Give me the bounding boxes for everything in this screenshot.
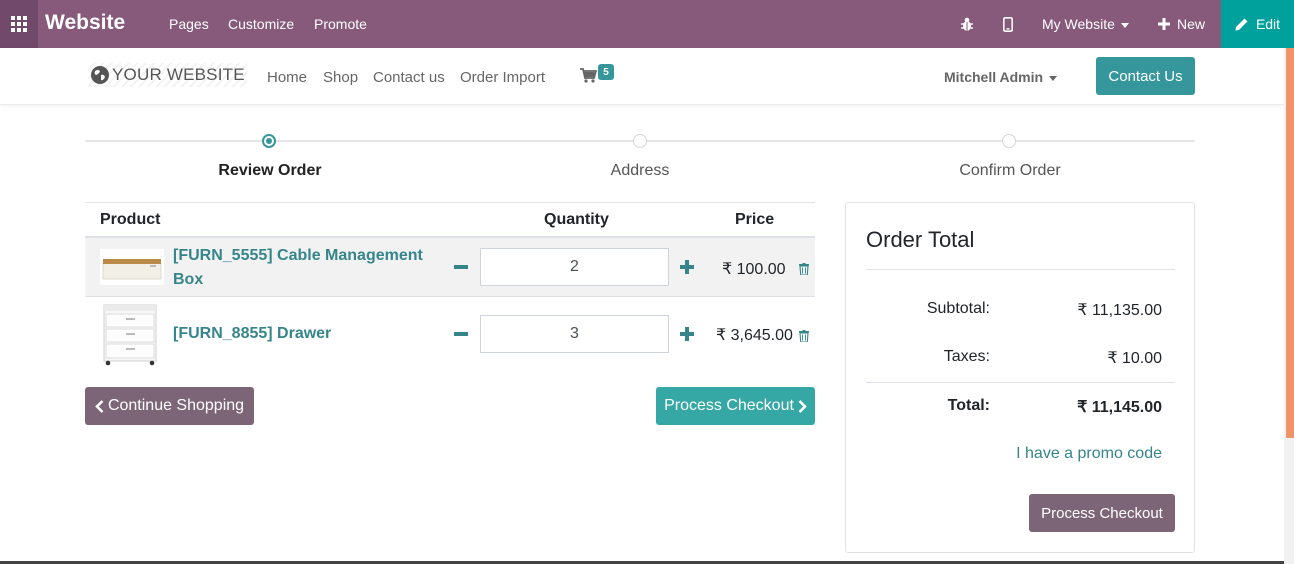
header-price: Price [735, 211, 775, 228]
wizard-step-address: Address [610, 162, 670, 179]
taxes-label: Taxes: [943, 348, 990, 365]
line-price: ₹ 3,645.00 [716, 327, 793, 344]
edit-button-label: Edit [1255, 16, 1281, 32]
website-selector-label: My Website [1042, 16, 1115, 32]
wizard-step-dot-confirm [1002, 134, 1016, 148]
plus-icon [1158, 18, 1170, 30]
increase-quantity-button[interactable] [680, 327, 694, 341]
nav-contact-us[interactable]: Contact us [373, 69, 445, 86]
new-button[interactable]: New [1158, 16, 1205, 32]
cart-line: [FURN_8855] Drawer ₹ 3,645.00 [85, 297, 815, 371]
edit-button[interactable]: Edit [1221, 0, 1294, 48]
subtotal-value: ₹ 11,135.00 [1077, 302, 1162, 319]
divider [866, 269, 1175, 270]
app-title: Website [45, 11, 126, 34]
wizard-step-confirm-order: Confirm Order [959, 162, 1061, 179]
apps-grid-icon [11, 16, 27, 32]
nav-order-import[interactable]: Order Import [460, 69, 545, 86]
order-total-card: Order Total Subtotal: ₹ 11,135.00 Taxes:… [845, 202, 1195, 553]
chevron-left-icon [95, 399, 104, 413]
contact-us-button[interactable]: Contact Us [1096, 57, 1195, 95]
site-header: YOUR WEBSITE Home Shop Contact us Order … [0, 48, 1284, 105]
product-image-drawer[interactable] [100, 302, 164, 366]
process-checkout-label: Process Checkout [664, 397, 794, 414]
menu-promote[interactable]: Promote [314, 16, 367, 32]
product-name-link[interactable]: [FURN_5555] Cable Management Box [173, 244, 433, 292]
bug-icon[interactable] [958, 14, 976, 34]
globe-icon [91, 66, 109, 84]
quantity-input[interactable] [480, 248, 669, 286]
decrease-quantity-button[interactable] [454, 260, 468, 274]
nav-shop[interactable]: Shop [323, 69, 358, 86]
product-image-cable-box[interactable] [100, 249, 164, 285]
total-value: ₹ 11,145.00 [1077, 399, 1162, 416]
admin-top-bar: Website Pages Customize Promote My Websi… [0, 0, 1294, 48]
total-label: Total: [947, 397, 990, 414]
card-process-checkout-button[interactable]: Process Checkout [1029, 494, 1175, 532]
website-selector[interactable]: My Website [1042, 16, 1129, 32]
apps-menu-button[interactable] [0, 0, 38, 48]
header-product: Product [100, 211, 161, 228]
nav-home[interactable]: Home [267, 69, 307, 86]
trash-icon[interactable] [799, 262, 809, 276]
scrollbar-thumb[interactable] [1286, 48, 1294, 438]
taxes-value: ₹ 10.00 [1107, 350, 1162, 367]
logo-text: YOUR WEBSITE [112, 65, 245, 84]
line-price: ₹ 100.00 [722, 261, 786, 278]
mobile-preview-icon[interactable] [999, 14, 1017, 34]
continue-shopping-label: Continue Shopping [107, 397, 245, 414]
pencil-icon [1235, 18, 1248, 30]
divider [866, 382, 1175, 383]
wizard-step-dot-review [262, 134, 276, 148]
cart-count-badge: 5 [598, 64, 614, 80]
decrease-quantity-button[interactable] [454, 327, 468, 341]
trash-icon[interactable] [799, 329, 809, 343]
continue-shopping-button[interactable]: Continue Shopping [85, 387, 254, 425]
subtotal-label: Subtotal: [926, 300, 990, 317]
increase-quantity-button[interactable] [680, 260, 694, 274]
process-checkout-button[interactable]: Process Checkout [656, 387, 815, 425]
product-name-link[interactable]: [FURN_8855] Drawer [173, 322, 433, 346]
site-logo[interactable]: YOUR WEBSITE [88, 63, 247, 87]
header-quantity: Quantity [544, 211, 609, 228]
cart-icon[interactable] [580, 68, 598, 88]
cart-line: [FURN_5555] Cable Management Box ₹ 100.0… [85, 238, 815, 297]
user-menu[interactable]: Mitchell Admin [944, 69, 1058, 85]
wizard-step-dot-address [633, 134, 647, 148]
promo-code-link[interactable]: I have a promo code [1016, 445, 1162, 463]
chevron-right-icon [798, 399, 807, 413]
user-name: Mitchell Admin [944, 69, 1044, 85]
quantity-input[interactable] [480, 315, 669, 353]
order-total-title: Order Total [866, 227, 975, 252]
menu-customize[interactable]: Customize [228, 16, 294, 32]
wizard-step-review-order: Review Order [218, 162, 322, 179]
chevron-down-icon [1120, 22, 1129, 28]
new-button-label: New [1177, 16, 1206, 32]
menu-pages[interactable]: Pages [169, 16, 209, 32]
chevron-down-icon [1049, 75, 1058, 81]
cart-table-header: Product Quantity Price [85, 202, 815, 238]
